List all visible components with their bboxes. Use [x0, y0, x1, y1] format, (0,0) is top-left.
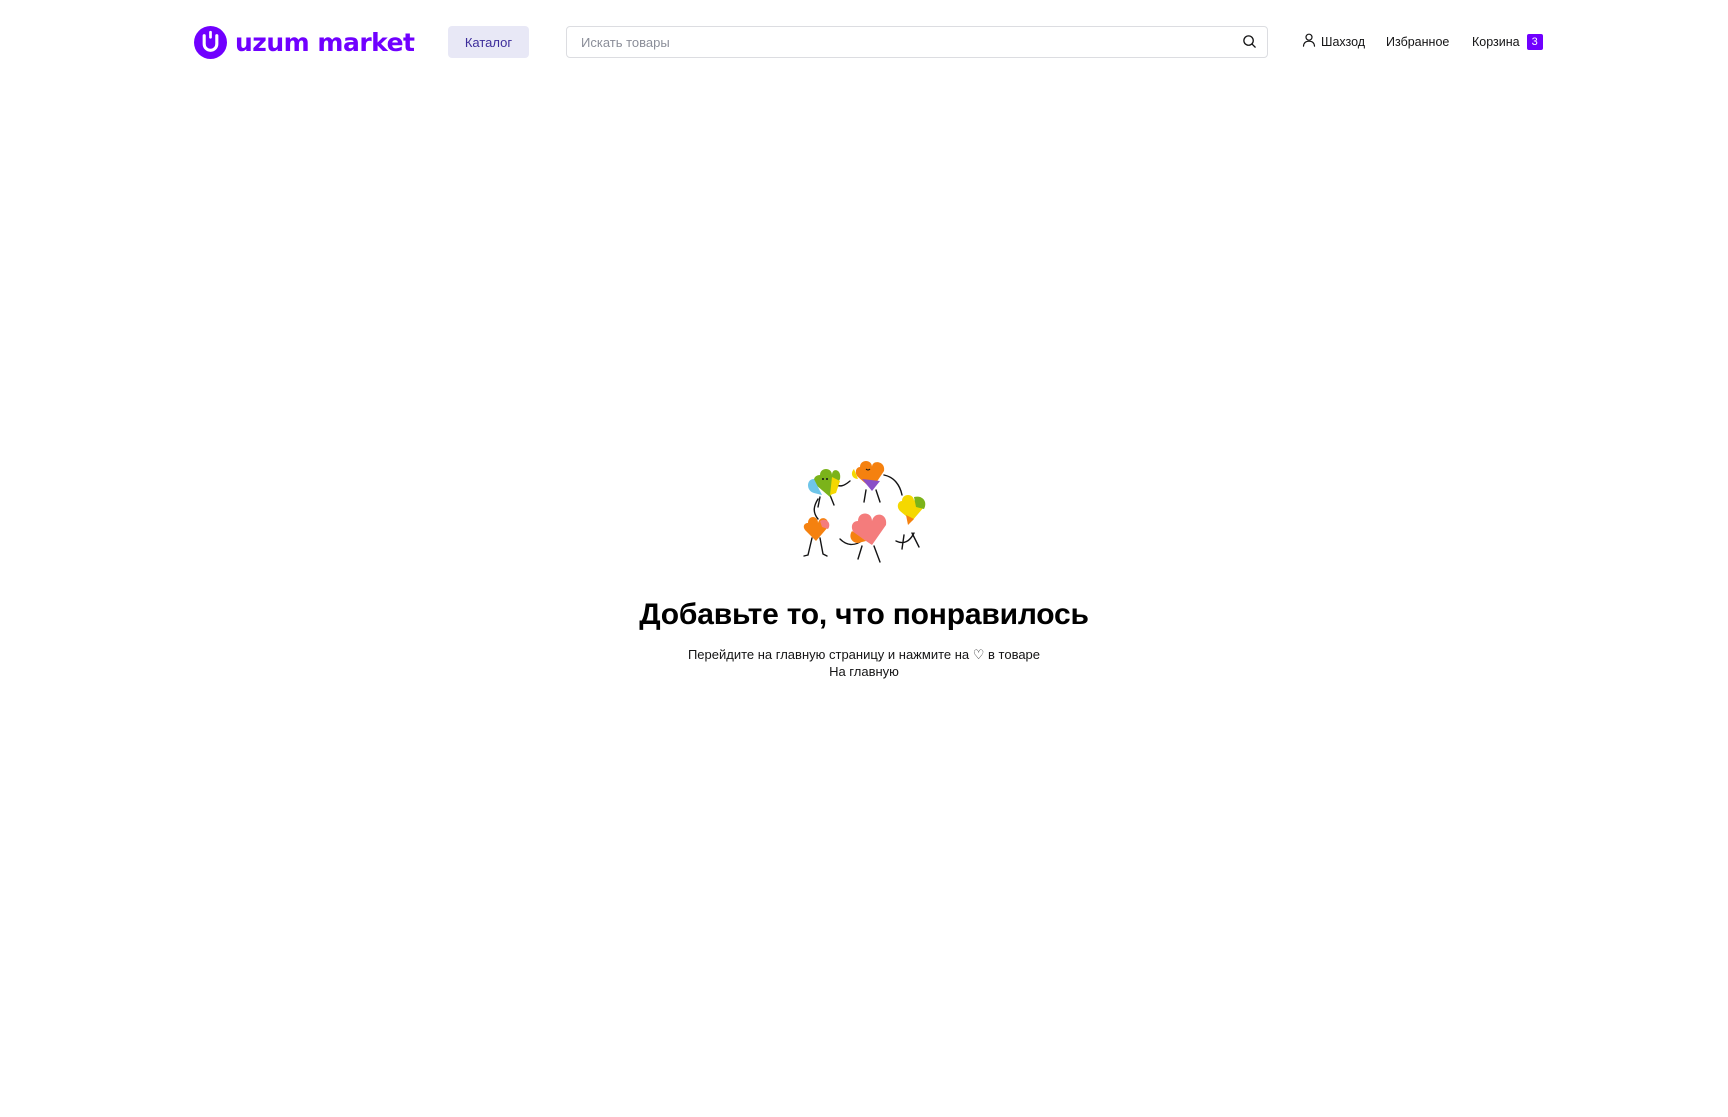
favorites-empty-state: Добавьте то, что понравилось Перейдите н… [0, 455, 1728, 681]
empty-state-description: Перейдите на главную страницу и нажмите … [687, 647, 1041, 662]
dancing-hearts-illustration [803, 461, 926, 563]
logo-link[interactable]: uzum market [194, 25, 415, 59]
search-icon[interactable] [1242, 34, 1257, 49]
catalog-button[interactable]: Каталог [448, 26, 529, 58]
user-icon [1302, 33, 1316, 47]
cart-link[interactable]: Корзина 3 [1472, 26, 1543, 58]
user-account-link[interactable]: Шахзод [1302, 26, 1365, 58]
go-home-link[interactable]: На главную [829, 663, 899, 680]
empty-state-title: Добавьте то, что понравилось [639, 598, 1089, 631]
search-bar [566, 26, 1268, 58]
favorites-label: Избранное [1386, 35, 1450, 49]
favorites-link[interactable]: Избранное [1386, 26, 1449, 58]
header: uzum market Каталог Шахзод Избранное Кор… [0, 0, 1728, 84]
cart-count-badge: 3 [1526, 34, 1543, 50]
page: uzum market Каталог Шахзод Избранное Кор… [0, 0, 1728, 1117]
search-input[interactable] [567, 27, 1227, 57]
uzum-logo-icon [194, 25, 227, 59]
user-name-label: Шахзод [1321, 35, 1366, 49]
logo-text: uzum market [235, 27, 415, 57]
cart-label: Корзина [1472, 35, 1520, 49]
